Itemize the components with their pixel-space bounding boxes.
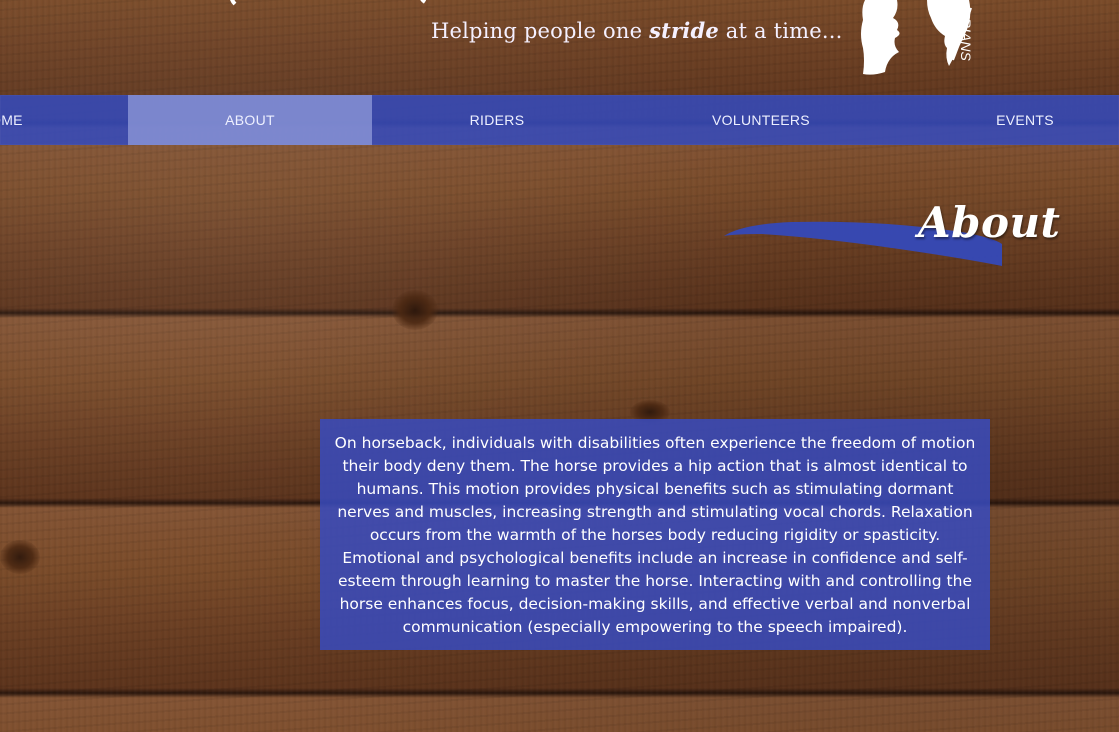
nav-label-volunteers: VOLUNTEERS [712,112,810,128]
horse-and-rider-silhouette-logo-icon[interactable]: RIANS [857,0,997,80]
tagline: Helping people one stride at a time... [431,18,843,43]
nav-item-home[interactable]: OME [0,95,36,145]
logo-text-fragment: RIANS [958,18,974,61]
nav-item-about[interactable]: ABOUT [128,95,372,145]
nav-item-events[interactable]: EVENTS [900,95,1119,145]
wood-knot [392,290,438,330]
logo-wordmark-fragment [230,0,427,6]
about-body-text: On horseback, individuals with disabilit… [334,434,976,636]
page-title: About [918,198,1061,248]
nav-label-riders: RIDERS [469,112,525,128]
tagline-emphasis: stride [649,18,719,43]
nav-label-home: OME [0,112,23,128]
about-text-panel: On horseback, individuals with disabilit… [320,419,990,650]
wood-knot [0,540,40,574]
tagline-prefix: Helping people one [431,19,650,43]
nav-item-riders[interactable]: RIDERS [372,95,622,145]
nav-item-volunteers[interactable]: VOLUNTEERS [640,95,882,145]
tagline-suffix: at a time... [718,19,843,43]
nav-label-events: EVENTS [996,112,1054,128]
main-navigation: OME ABOUT RIDERS VOLUNTEERS EVENTS [0,95,1119,145]
nav-label-about: ABOUT [225,112,275,128]
